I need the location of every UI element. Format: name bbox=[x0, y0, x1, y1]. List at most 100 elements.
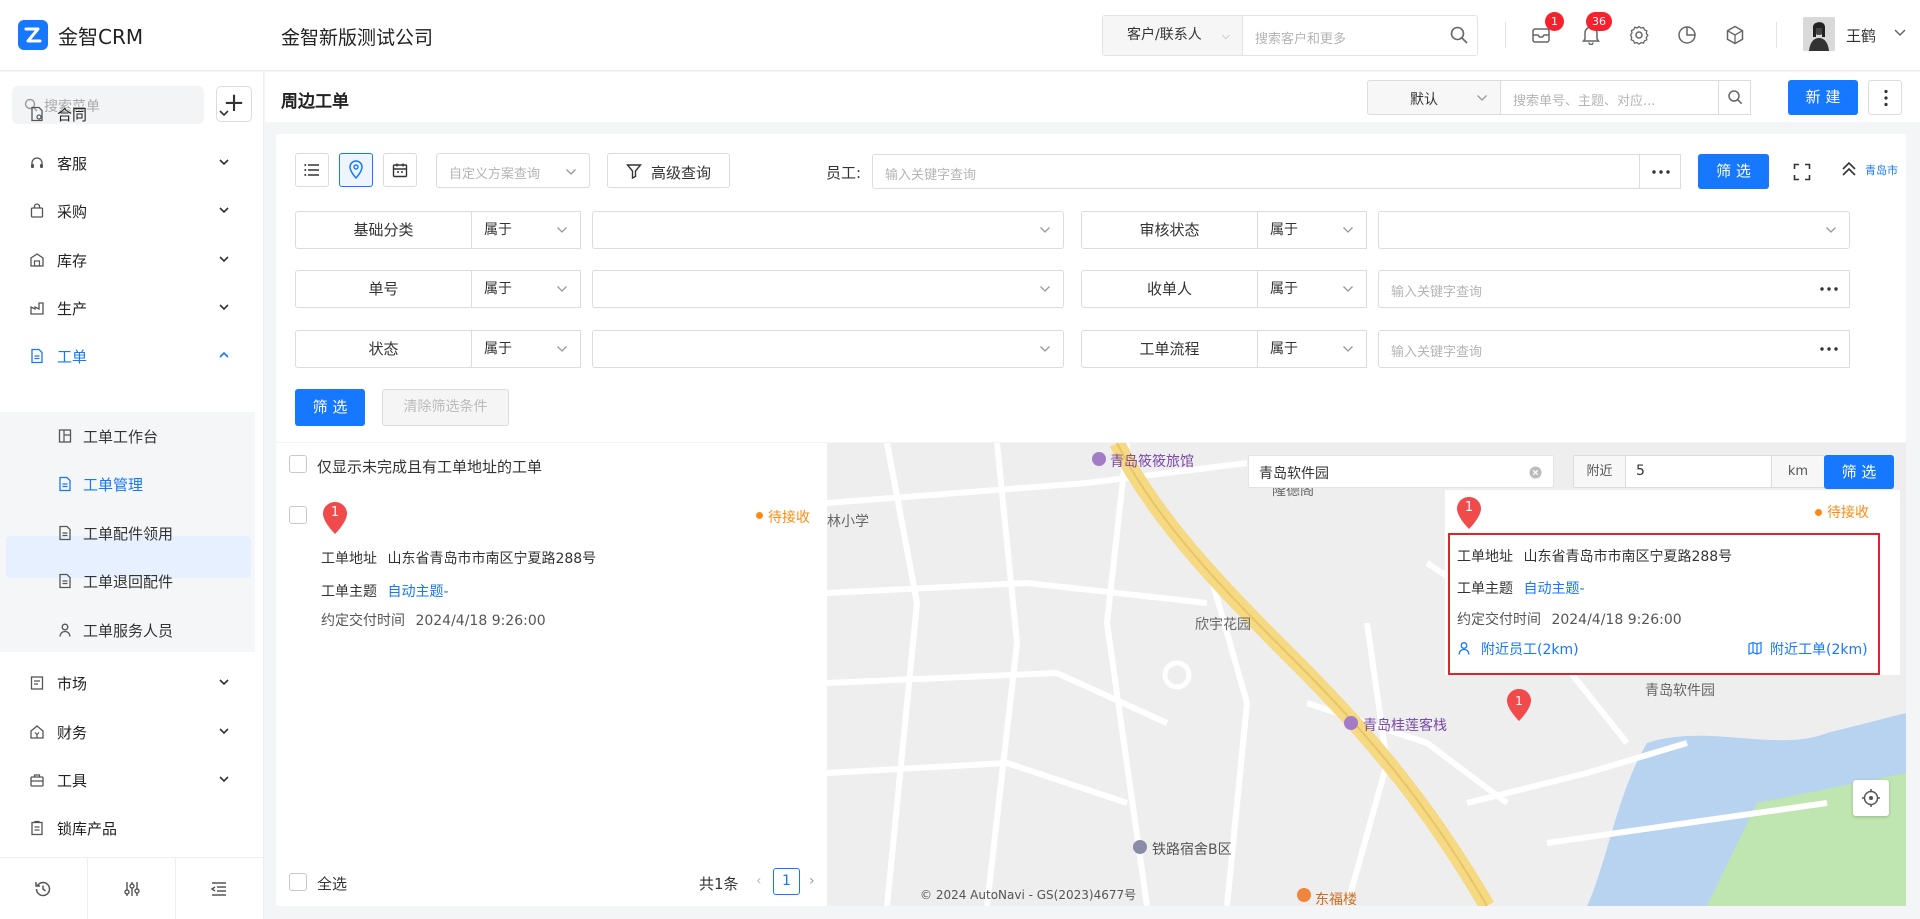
subject-link[interactable]: 自动主题- bbox=[1523, 581, 1584, 597]
gear-icon[interactable] bbox=[1628, 24, 1652, 48]
prev-page-icon[interactable]: ‹ bbox=[756, 873, 762, 889]
more-options-button[interactable] bbox=[1868, 80, 1902, 115]
sidebar-subitem-parts-collect[interactable]: 工单配件领用 bbox=[0, 511, 264, 555]
sliders-icon[interactable] bbox=[122, 879, 142, 899]
poi-label[interactable]: 青岛桂莲客栈 bbox=[1363, 715, 1447, 735]
employee-more-button[interactable] bbox=[1639, 154, 1681, 189]
sidebar-subitem-label: 工单配件领用 bbox=[83, 525, 174, 543]
search-type-select[interactable]: 客户/联系人 ⌵ bbox=[1103, 16, 1243, 55]
filter-operator-select[interactable]: 属于 bbox=[472, 211, 581, 249]
message-badge: 1 bbox=[1545, 12, 1564, 31]
address-value: 山东省青岛市市南区宁夏路288号 bbox=[1523, 549, 1733, 565]
list-item-checkbox[interactable] bbox=[289, 506, 307, 524]
employee-input[interactable]: 输入关键字查询 bbox=[872, 154, 1640, 189]
sidebar-item-tools[interactable]: 工具 bbox=[0, 758, 264, 802]
filter-value-select[interactable] bbox=[592, 211, 1064, 249]
clear-filter-button[interactable]: 清除筛选条件 bbox=[382, 389, 509, 426]
due-row: 约定交付时间 2024/4/18 9:26:00 bbox=[1457, 609, 1682, 629]
list-view-button[interactable] bbox=[295, 153, 329, 187]
sidebar-item-finance[interactable]: 财务 bbox=[0, 710, 264, 754]
apply-filter-button[interactable]: 筛 选 bbox=[295, 389, 365, 426]
sidebar-item-workorder[interactable]: 工单 bbox=[0, 334, 264, 378]
search-input[interactable]: 搜索客户和更多 bbox=[1255, 28, 1346, 47]
search-icon[interactable] bbox=[1449, 25, 1469, 45]
sidebar-item-service[interactable]: 客服 bbox=[0, 141, 264, 185]
city-label[interactable]: 青岛市 bbox=[1865, 162, 1898, 178]
page-number[interactable]: 1 bbox=[773, 868, 800, 895]
sidebar-subitem-workbench[interactable]: 工单工作台 bbox=[0, 414, 264, 458]
employee-filter-button[interactable]: 筛 选 bbox=[1698, 154, 1769, 189]
nearby-radius-input[interactable]: 附近 5 km bbox=[1573, 455, 1825, 488]
only-incomplete-checkbox[interactable] bbox=[289, 455, 307, 473]
nearby-value[interactable]: 5 bbox=[1636, 463, 1645, 479]
chevron-down-icon bbox=[217, 772, 231, 786]
collapse-up-icon[interactable] bbox=[1840, 160, 1858, 178]
chevron-down-icon bbox=[217, 106, 231, 120]
filter-operator-select[interactable]: 属于 bbox=[1258, 330, 1367, 368]
pie-chart-icon[interactable] bbox=[1676, 24, 1700, 48]
cube-icon[interactable] bbox=[1724, 24, 1748, 48]
calendar-view-button[interactable] bbox=[383, 153, 417, 187]
chevron-down-icon[interactable] bbox=[1893, 28, 1907, 38]
order-search-input[interactable]: 搜索单号、主题、对应... bbox=[1500, 80, 1751, 115]
sidebar-item-contract[interactable]: 合同 bbox=[0, 92, 264, 136]
sidebar-subitem-service-staff[interactable]: 工单服务人员 bbox=[0, 608, 264, 652]
sidebar-item-production[interactable]: 生产 bbox=[0, 286, 264, 330]
nearby-staff-link[interactable]: 附近员工(2km) bbox=[1481, 639, 1579, 659]
nearby-orders-link[interactable]: 附近工单(2km) bbox=[1770, 639, 1868, 659]
user-name[interactable]: 王鹤 bbox=[1846, 25, 1876, 46]
sidebar-item-market[interactable]: 市场 bbox=[0, 661, 264, 705]
workbench-icon bbox=[57, 428, 73, 444]
new-button[interactable]: 新 建 bbox=[1788, 80, 1858, 115]
map-label: 欣宇花园 bbox=[1195, 617, 1251, 633]
select-all-checkbox[interactable] bbox=[289, 873, 307, 891]
filter-more-button[interactable] bbox=[1808, 330, 1850, 368]
subject-link[interactable]: 自动主题- bbox=[387, 584, 448, 600]
custom-scheme-select[interactable]: 自定义方案查询 bbox=[436, 153, 590, 188]
filter-value-input[interactable]: 输入关键字查询 bbox=[1378, 270, 1809, 308]
filter-value-input[interactable]: 输入关键字查询 bbox=[1378, 330, 1809, 368]
due-value: 2024/4/18 9:26:00 bbox=[415, 613, 546, 629]
sidebar-item-purchase[interactable]: 采购 bbox=[0, 189, 264, 233]
warehouse-icon bbox=[29, 252, 45, 268]
locate-button[interactable] bbox=[1853, 780, 1889, 816]
app-name[interactable]: 金智CRM bbox=[58, 21, 143, 50]
map-search-input[interactable]: 青岛软件园 bbox=[1248, 455, 1554, 488]
view-select[interactable]: 默认 bbox=[1367, 80, 1501, 115]
filter-operator-select[interactable]: 属于 bbox=[472, 330, 581, 368]
order-search-button[interactable] bbox=[1718, 80, 1751, 115]
sidebar-subitem-parts-return[interactable]: 工单退回配件 bbox=[0, 559, 264, 603]
advanced-search-button[interactable]: 高级查询 bbox=[607, 153, 730, 188]
poi-label[interactable]: 东福楼 bbox=[1315, 889, 1357, 906]
fullscreen-icon[interactable] bbox=[1793, 163, 1811, 181]
status-dot bbox=[1815, 509, 1822, 516]
filter-field-name: 单号 bbox=[295, 270, 472, 308]
filter-operator-select[interactable]: 属于 bbox=[1258, 211, 1367, 249]
map-view-button[interactable] bbox=[339, 153, 373, 187]
next-page-icon[interactable]: › bbox=[809, 873, 815, 889]
map-filter-button[interactable]: 筛 选 bbox=[1824, 455, 1894, 489]
clear-icon[interactable] bbox=[1529, 466, 1542, 479]
chevron-down-icon bbox=[217, 675, 231, 689]
poi-label[interactable]: 青岛筱筱旅馆 bbox=[1110, 451, 1194, 471]
sidebar-item-locked-products[interactable]: 锁库产品 bbox=[0, 806, 264, 850]
chevron-down-icon bbox=[1825, 225, 1837, 235]
collapse-menu-icon[interactable] bbox=[209, 879, 229, 899]
sidebar-subitem-workorder-management[interactable]: 工单管理 bbox=[0, 462, 264, 506]
filter-more-button[interactable] bbox=[1808, 270, 1850, 308]
logo-icon[interactable] bbox=[18, 20, 48, 50]
filter-operator-select[interactable]: 属于 bbox=[1258, 270, 1367, 308]
filter-operator-select[interactable]: 属于 bbox=[472, 270, 581, 308]
finance-icon bbox=[29, 724, 45, 740]
page-title: 周边工单 bbox=[281, 92, 349, 112]
filter-value-select[interactable] bbox=[592, 270, 1064, 308]
more-horizontal-icon bbox=[1820, 347, 1838, 351]
poi-label[interactable]: 铁路宿舍B区 bbox=[1152, 839, 1232, 859]
filter-value-select[interactable] bbox=[1378, 211, 1850, 249]
history-icon[interactable] bbox=[33, 879, 53, 899]
avatar[interactable] bbox=[1803, 17, 1835, 51]
sidebar-item-inventory[interactable]: 库存 bbox=[0, 238, 264, 282]
chevron-down-icon bbox=[1342, 284, 1354, 294]
search-icon bbox=[1727, 89, 1743, 105]
filter-value-select[interactable] bbox=[592, 330, 1064, 368]
